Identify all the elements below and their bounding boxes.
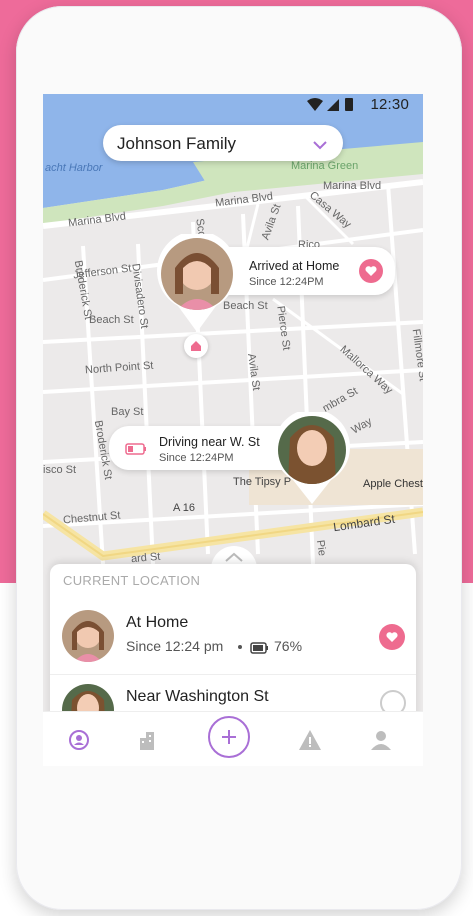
alert-icon[interactable] bbox=[292, 722, 328, 758]
marker-title: Driving near W. St bbox=[159, 435, 260, 449]
map-label: Marina Blvd bbox=[323, 180, 382, 192]
family-selector[interactable]: Johnson Family bbox=[103, 125, 343, 161]
heart-icon[interactable] bbox=[379, 624, 405, 650]
marker-title: Arrived at Home bbox=[249, 259, 340, 273]
map-label: Pie bbox=[313, 539, 329, 557]
list-item[interactable]: At Home Since 12:24 pm 76% bbox=[50, 600, 416, 675]
status-icons bbox=[307, 97, 357, 116]
marker-subtitle: Since 12:24PM bbox=[159, 452, 234, 464]
home-pin[interactable] bbox=[184, 334, 208, 358]
map-label: A 16 bbox=[173, 502, 196, 514]
battery-low-icon bbox=[125, 442, 147, 460]
chevron-down-icon bbox=[313, 137, 327, 155]
people-pin-icon[interactable] bbox=[61, 722, 97, 758]
battery-icon bbox=[250, 641, 270, 659]
separator-dot bbox=[238, 645, 242, 649]
battery-percent: 76% bbox=[274, 638, 303, 654]
map-label: Marina Green bbox=[291, 160, 359, 172]
chevron-up-icon bbox=[225, 552, 243, 562]
status-time: 12:30 bbox=[370, 96, 409, 113]
profile-icon[interactable] bbox=[363, 722, 399, 758]
avatar bbox=[62, 610, 114, 662]
avatar-pin-girl[interactable] bbox=[273, 412, 351, 506]
home-icon bbox=[191, 341, 201, 351]
map-label: isco St bbox=[43, 464, 77, 476]
map-label: Beach St bbox=[89, 314, 134, 326]
buildings-icon[interactable] bbox=[131, 722, 167, 758]
marker-subtitle: Since 12:24PM bbox=[249, 276, 324, 288]
heart-icon[interactable] bbox=[359, 259, 383, 283]
map-label: acht Harbor bbox=[45, 162, 103, 174]
add-icon[interactable] bbox=[208, 716, 250, 758]
app-screen: acht Harbor Marina Green Marina Blvd Mar… bbox=[43, 94, 423, 766]
list-item-since: Since 12:24 pm bbox=[126, 638, 224, 654]
wifi-icon bbox=[307, 98, 323, 111]
family-name: Johnson Family bbox=[117, 134, 237, 153]
status-bar: 12:30 bbox=[43, 94, 423, 116]
avatar bbox=[161, 238, 233, 310]
avatar-pin-daughter[interactable] bbox=[156, 234, 238, 334]
list-item-title: Near Washington St bbox=[126, 688, 269, 705]
section-header: CURRENT LOCATION bbox=[63, 573, 201, 588]
map-label: Apple Chest bbox=[363, 478, 423, 490]
map-label: Bay St bbox=[111, 406, 144, 418]
bottom-nav bbox=[43, 711, 423, 766]
battery-icon bbox=[345, 98, 353, 111]
list-item-title: At Home bbox=[126, 614, 189, 631]
signal-icon bbox=[327, 99, 339, 111]
avatar bbox=[278, 416, 346, 484]
